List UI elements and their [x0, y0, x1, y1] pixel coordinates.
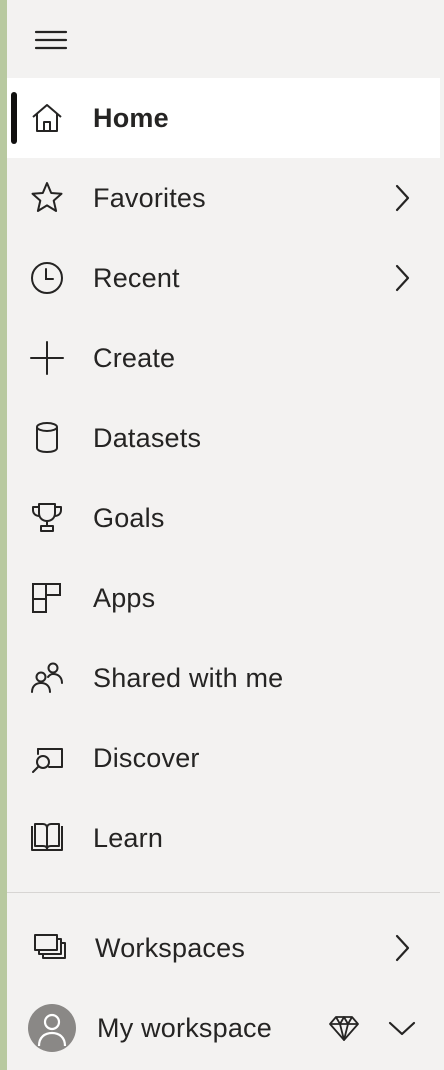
hamburger-menu-icon	[34, 30, 68, 50]
nav-item-goals[interactable]: Goals	[7, 478, 440, 558]
discover-icon	[27, 738, 67, 778]
nav-item-label: Discover	[93, 742, 200, 773]
nav-item-datasets[interactable]: Datasets	[7, 398, 440, 478]
chevron-down-icon[interactable]	[387, 1013, 417, 1043]
nav-item-create[interactable]: Create	[7, 318, 440, 398]
nav-item-shared-with-me[interactable]: Shared with me	[7, 638, 440, 718]
nav-item-label: Apps	[93, 582, 156, 613]
database-icon	[27, 418, 67, 458]
chevron-right-icon[interactable]	[387, 933, 417, 963]
plus-icon	[27, 338, 67, 378]
diamond-icon	[327, 1013, 361, 1043]
home-icon	[27, 98, 67, 138]
avatar	[28, 1004, 76, 1052]
book-icon	[27, 818, 67, 858]
avatar-icon	[37, 1013, 67, 1047]
navigation-pane: Home Favorites Recent Create Datasets Go…	[7, 0, 440, 1070]
nav-item-home[interactable]: Home	[7, 78, 440, 158]
nav-item-label: Learn	[93, 822, 164, 853]
star-icon	[27, 178, 67, 218]
nav-item-label: Goals	[93, 502, 165, 533]
workspaces-icon	[29, 928, 69, 968]
nav-item-discover[interactable]: Discover	[7, 718, 440, 798]
nav-item-label: My workspace	[97, 1012, 272, 1043]
nav-item-recent[interactable]: Recent	[7, 238, 440, 318]
nav-item-workspaces[interactable]: Workspaces	[7, 908, 440, 988]
nav-item-my-workspace[interactable]: My workspace	[7, 988, 440, 1068]
nav-item-label: Create	[93, 342, 176, 373]
trophy-icon	[27, 498, 67, 538]
clock-icon	[27, 258, 67, 298]
divider	[7, 892, 440, 893]
nav-item-label: Recent	[93, 262, 180, 293]
chevron-right-icon[interactable]	[387, 263, 417, 293]
chevron-right-icon[interactable]	[387, 183, 417, 213]
nav-item-label: Shared with me	[93, 662, 284, 693]
nav-item-favorites[interactable]: Favorites	[7, 158, 440, 238]
accent-strip	[0, 0, 7, 1070]
nav-item-apps[interactable]: Apps	[7, 558, 440, 638]
hamburger-menu-button[interactable]	[31, 22, 71, 58]
active-indicator	[11, 92, 17, 144]
nav-item-label: Datasets	[93, 422, 202, 453]
nav-item-learn[interactable]: Learn	[7, 798, 440, 878]
people-icon	[27, 658, 67, 698]
nav-item-label: Workspaces	[95, 932, 246, 963]
nav-item-label: Home	[93, 102, 169, 133]
apps-icon	[27, 578, 67, 618]
nav-item-label: Favorites	[93, 182, 206, 213]
